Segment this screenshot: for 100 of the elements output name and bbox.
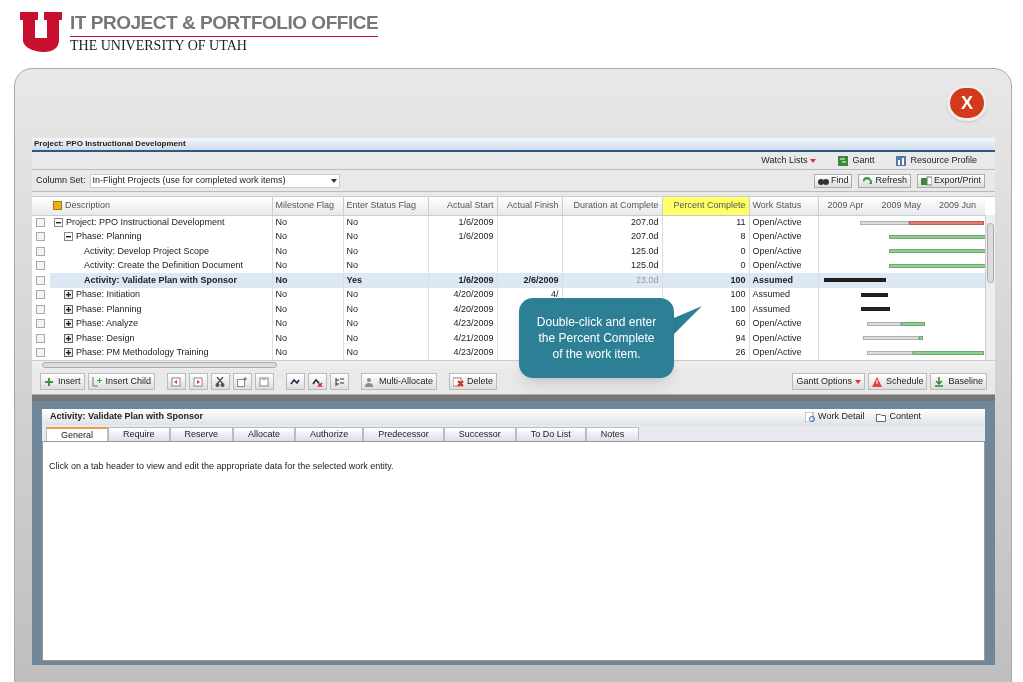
row-checkbox[interactable] xyxy=(36,348,45,358)
tab[interactable]: Require xyxy=(108,427,170,441)
table-cell: No xyxy=(343,331,428,346)
instruction-text: Click on a tab header to view and edit the appropriate data for the selected work entity. xyxy=(49,460,395,473)
table-cell: 125.0d xyxy=(562,244,662,259)
toolbar-button[interactable]: Schedule xyxy=(867,373,928,390)
detail-link[interactable]: Content xyxy=(876,410,921,424)
expand-icon[interactable] xyxy=(64,304,73,314)
tab[interactable]: Notes xyxy=(585,427,640,441)
toolbar-button[interactable]: Multi-Allocate xyxy=(361,373,438,390)
table-cell: No xyxy=(272,331,343,346)
column-header[interactable]: Work Status xyxy=(752,200,802,210)
folder-icon xyxy=(876,412,888,422)
expand-icon[interactable] xyxy=(64,319,73,329)
detail-title: Activity: Validate Plan with Sponsor xyxy=(50,410,204,424)
action-button[interactable]: Refresh xyxy=(858,173,911,188)
child-plus-icon xyxy=(91,376,103,387)
column-header[interactable]: Duration at Complete xyxy=(573,200,659,210)
expand-icon[interactable] xyxy=(64,333,73,343)
row-checkbox[interactable] xyxy=(36,304,45,314)
table-cell: No xyxy=(343,244,428,259)
toolbar-icon-button[interactable] xyxy=(308,373,328,390)
caret-icon xyxy=(810,158,817,163)
gantt-month-label: 2009 May xyxy=(881,199,921,212)
tab[interactable]: Predecessor xyxy=(363,427,444,441)
chart-icon xyxy=(838,155,850,166)
column-header[interactable]: Description xyxy=(65,200,111,210)
row-checkbox[interactable] xyxy=(36,246,45,256)
warning-icon xyxy=(871,376,883,387)
column-header[interactable]: Milestone Flag xyxy=(275,200,335,210)
university-logo-icon xyxy=(20,12,62,52)
tab[interactable]: To Do List xyxy=(515,427,586,441)
row-checkbox[interactable] xyxy=(36,290,45,300)
horizontal-scrollbar[interactable] xyxy=(42,362,277,368)
action-button[interactable]: Export/Print xyxy=(916,173,985,188)
row-checkbox[interactable] xyxy=(36,275,45,285)
university-name: THE UNIVERSITY OF UTAH xyxy=(70,37,248,55)
toolbar-link[interactable]: Resource Profile xyxy=(896,153,977,168)
table-cell: Assumed xyxy=(749,273,818,288)
row-description: Activity: Create the Definition Document xyxy=(84,259,244,272)
toolbar-button[interactable]: Insert xyxy=(40,373,85,390)
office-title: IT PROJECT & PORTFOLIO OFFICE xyxy=(70,12,379,37)
tab[interactable]: Allocate xyxy=(233,427,296,441)
row-checkbox[interactable] xyxy=(36,218,45,227)
expand-icon[interactable] xyxy=(64,348,73,358)
row-description: Phase: Analyze xyxy=(76,317,139,330)
expand-icon[interactable] xyxy=(64,290,73,300)
column-set-dropdown[interactable]: In-Flight Projects (use for completed work items) xyxy=(89,173,340,188)
detail-link[interactable]: Work Detail xyxy=(805,410,865,424)
export-icon xyxy=(920,175,932,186)
row-checkbox[interactable] xyxy=(36,319,45,329)
column-header[interactable]: Actual Finish xyxy=(506,200,559,210)
sort-icon xyxy=(53,201,62,211)
dropdown-caret-icon xyxy=(330,178,337,183)
collapse-icon[interactable] xyxy=(54,218,63,227)
toolbar-icon-button[interactable] xyxy=(286,373,306,390)
row-description: Project: PPO Instructional Development xyxy=(66,215,225,229)
table-cell: No xyxy=(343,302,428,317)
table-cell: No xyxy=(272,302,343,317)
magnifier-icon xyxy=(805,412,817,422)
tab[interactable]: Successor xyxy=(443,427,516,441)
tab[interactable]: Authorize xyxy=(295,427,364,441)
toolbar-icon-button[interactable] xyxy=(211,373,231,390)
toolbar-button[interactable]: Baseline xyxy=(930,373,987,390)
refresh-icon xyxy=(862,175,874,186)
row-checkbox[interactable] xyxy=(36,232,45,242)
toolbar-button[interactable]: Gantt Options xyxy=(792,373,865,390)
vertical-scrollbar[interactable] xyxy=(985,215,995,360)
table-cell: Open/Active xyxy=(749,331,818,346)
table-cell: 4/20/2009 xyxy=(428,302,497,317)
toolbar-button[interactable]: Delete xyxy=(449,373,498,390)
row-description: Phase: Planning xyxy=(76,302,142,316)
highlighted-column-header[interactable]: Percent Complete xyxy=(662,197,749,215)
table-cell: 23.0d xyxy=(562,273,662,288)
row-checkbox[interactable] xyxy=(36,333,45,343)
scissors-icon xyxy=(215,376,227,387)
plus-icon xyxy=(44,376,55,387)
delete-icon xyxy=(453,376,465,387)
column-header[interactable]: Enter Status Flag xyxy=(346,200,417,210)
table-cell: No xyxy=(272,273,343,288)
gantt-bar xyxy=(823,278,886,282)
download-icon xyxy=(934,376,946,387)
table-cell: 2/6/2009 xyxy=(497,273,562,288)
toolbar-button[interactable]: Insert Child xyxy=(87,373,156,390)
table-cell: Assumed xyxy=(749,302,818,317)
gantt-bar xyxy=(860,292,888,297)
column-header[interactable]: Actual Start xyxy=(446,200,494,210)
row-description: Phase: Planning xyxy=(76,230,142,243)
table-cell: 0 xyxy=(662,244,749,259)
action-button[interactable]: Find xyxy=(813,173,853,188)
toolbar-link[interactable]: Gantt xyxy=(838,153,875,168)
collapse-icon[interactable] xyxy=(64,232,73,242)
tab[interactable]: General xyxy=(46,427,109,441)
table-cell: Open/Active xyxy=(749,244,818,259)
tree-cell[interactable]: Activity: Validate Plan with Sponsor xyxy=(50,273,272,288)
row-description: Activity: Develop Project Scope xyxy=(84,244,210,258)
row-checkbox[interactable] xyxy=(36,261,45,271)
tab[interactable]: Reserve xyxy=(169,427,234,441)
chart-icon xyxy=(896,155,908,166)
toolbar-link[interactable]: Watch Lists xyxy=(761,153,817,168)
